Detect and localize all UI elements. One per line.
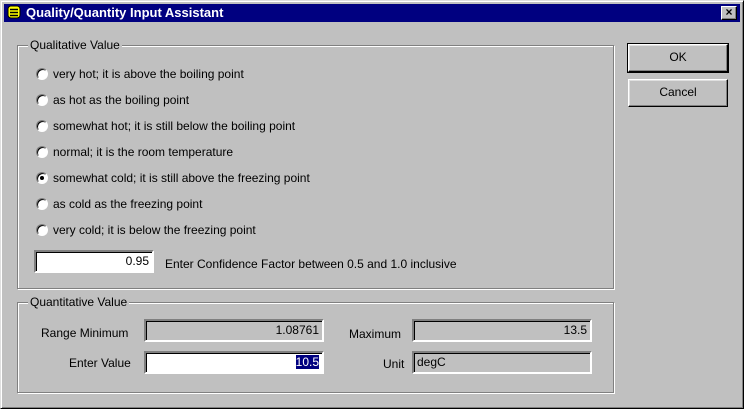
dialog-window: Quality/Quantity Input Assistant × Quali… <box>0 0 744 409</box>
cancel-button[interactable]: Cancel <box>628 79 728 107</box>
radio-button[interactable] <box>36 224 48 236</box>
quantitative-group: Quantitative Value Range Minimum 1.08761… <box>17 295 614 393</box>
title-bar[interactable]: Quality/Quantity Input Assistant × <box>4 4 740 22</box>
enter-value-input[interactable]: 10.5 <box>144 351 324 374</box>
enter-value-text: 10.5 <box>295 355 319 369</box>
radio-label: somewhat cold; it is still above the fre… <box>53 171 310 185</box>
radio-button[interactable] <box>36 120 48 132</box>
radio-label: very cold; it is below the freezing poin… <box>53 223 256 237</box>
radio-label: normal; it is the room temperature <box>53 145 234 159</box>
radio-button[interactable] <box>36 68 48 80</box>
qualitative-group: Qualitative Value very hot; it is above … <box>17 38 614 289</box>
radio-label: somewhat hot; it is still below the boil… <box>53 119 296 133</box>
radio-option-very-hot[interactable]: very hot; it is above the boiling point <box>36 65 244 83</box>
range-minimum-field: 1.08761 <box>144 319 324 342</box>
radio-button[interactable] <box>36 146 48 158</box>
unit-field: degC <box>412 351 592 374</box>
radio-label: as cold as the freezing point <box>53 197 203 211</box>
range-minimum-label: Range Minimum <box>41 326 129 340</box>
ok-button[interactable]: OK <box>627 43 729 73</box>
app-stack-icon <box>7 5 21 19</box>
radio-button[interactable] <box>36 94 48 106</box>
close-icon: × <box>725 5 733 19</box>
radio-label: very hot; it is above the boiling point <box>53 67 244 81</box>
radio-option-somewhat-hot[interactable]: somewhat hot; it is still below the boil… <box>36 117 295 135</box>
window-title: Quality/Quantity Input Assistant <box>26 5 224 20</box>
radio-option-very-cold[interactable]: very cold; it is below the freezing poin… <box>36 221 256 239</box>
radio-option-somewhat-cold[interactable]: somewhat cold; it is still above the fre… <box>36 169 310 187</box>
confidence-factor-input[interactable]: 0.95 <box>34 250 154 273</box>
close-button[interactable]: × <box>721 5 737 20</box>
maximum-label: Maximum <box>349 327 402 341</box>
radio-label: as hot as the boiling point <box>53 93 190 107</box>
radio-button[interactable] <box>36 198 48 210</box>
qualitative-legend: Qualitative Value <box>28 38 122 52</box>
radio-button[interactable] <box>36 172 48 184</box>
quantitative-legend: Quantitative Value <box>28 295 130 309</box>
radio-option-as-hot[interactable]: as hot as the boiling point <box>36 91 189 109</box>
radio-option-normal[interactable]: normal; it is the room temperature <box>36 143 233 161</box>
radio-option-as-cold[interactable]: as cold as the freezing point <box>36 195 202 213</box>
maximum-field: 13.5 <box>412 319 592 342</box>
confidence-factor-label: Enter Confidence Factor between 0.5 and … <box>165 257 457 271</box>
unit-label: Unit <box>383 357 405 371</box>
enter-value-label: Enter Value <box>69 356 131 370</box>
